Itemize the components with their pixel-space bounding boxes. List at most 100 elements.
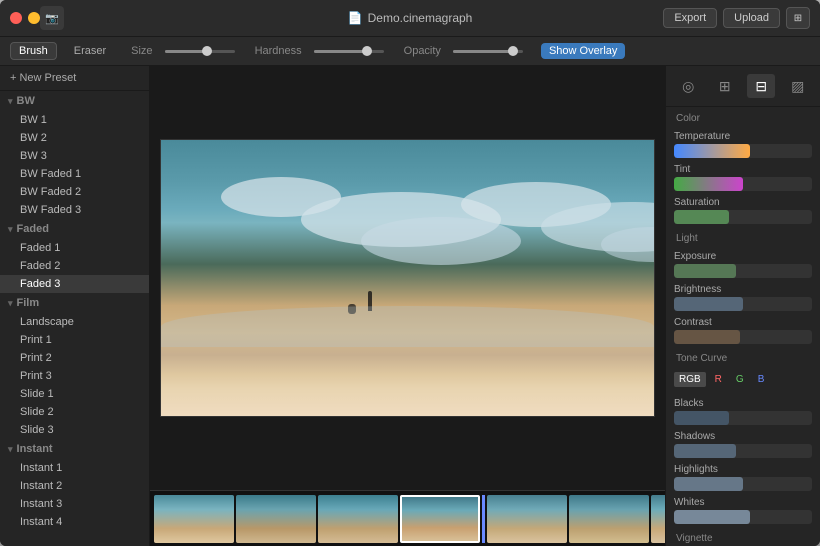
canvas-image (160, 139, 655, 417)
preset-slide3[interactable]: Slide 3 (0, 421, 149, 439)
film-thumb-1[interactable] (154, 495, 234, 543)
film-thumb-6[interactable] (569, 495, 649, 543)
film-thumb-5[interactable] (487, 495, 567, 543)
whites-label: Whites (674, 497, 812, 508)
shadows-row: Shadows (666, 428, 820, 461)
panel-icon-crop[interactable]: ▨ (784, 74, 812, 98)
contrast-label: Contrast (674, 317, 812, 328)
brightness-label: Brightness (674, 284, 812, 295)
panel-icon-adjustments[interactable]: ⊟ (747, 74, 775, 98)
preset-faded3[interactable]: Faded 3 (0, 275, 149, 293)
brush-tool-button[interactable]: Brush (10, 42, 57, 60)
canvas-viewport[interactable] (150, 66, 665, 490)
brightness-row: Brightness (666, 281, 820, 314)
titlebar: 📷 📄 Demo.cinemagraph Export Upload ⊞ (0, 0, 820, 36)
clouds-layer (161, 167, 654, 278)
preset-slide2[interactable]: Slide 2 (0, 403, 149, 421)
tc-tab-b[interactable]: B (753, 372, 770, 387)
panel-icon-curves[interactable]: ◎ (674, 74, 702, 98)
blacks-slider[interactable] (674, 411, 812, 425)
exposure-slider[interactable] (674, 264, 812, 278)
new-preset-button[interactable]: + New Preset (0, 66, 149, 91)
tc-tab-g[interactable]: G (731, 372, 749, 387)
canvas-area (150, 66, 665, 546)
blacks-row: Blacks (666, 395, 820, 428)
film-thumb-2[interactable] (236, 495, 316, 543)
saturation-slider[interactable] (674, 210, 812, 224)
saturation-label: Saturation (674, 197, 812, 208)
preset-instant2[interactable]: Instant 2 (0, 477, 149, 495)
preset-bw1[interactable]: BW 1 (0, 111, 149, 129)
highlights-row: Highlights (666, 461, 820, 494)
preset-print2[interactable]: Print 2 (0, 349, 149, 367)
export-button[interactable]: Export (663, 8, 717, 28)
grid-view-button[interactable]: ⊞ (786, 7, 810, 29)
tone-curve-tabs-row: RGB R G B (666, 368, 820, 395)
panel-icon-row: ◎ ⊞ ⊟ ▨ (666, 66, 820, 107)
filmstrip[interactable] (150, 490, 665, 546)
hardness-slider[interactable] (314, 50, 384, 53)
eraser-tool-button[interactable]: Eraser (65, 42, 115, 60)
shadows-slider[interactable] (674, 444, 812, 458)
arrow-bw: ▾ (8, 96, 13, 107)
arrow-faded: ▾ (8, 224, 13, 235)
preset-faded1[interactable]: Faded 1 (0, 239, 149, 257)
preset-print1[interactable]: Print 1 (0, 331, 149, 349)
contrast-row: Contrast (666, 314, 820, 347)
highlights-slider[interactable] (674, 477, 812, 491)
upload-button[interactable]: Upload (723, 8, 780, 28)
close-button[interactable] (10, 12, 22, 24)
presets-sidebar: + New Preset ▾ BW BW 1 BW 2 BW 3 BW Fade… (0, 66, 150, 546)
exposure-label: Exposure (674, 251, 812, 262)
panel-icon-photo[interactable]: ⊞ (711, 74, 739, 98)
titlebar-actions: Export Upload ⊞ (663, 7, 810, 29)
toolbar: Brush Eraser Size Hardness Opacity Show … (0, 36, 820, 66)
whites-slider[interactable] (674, 510, 812, 524)
film-thumb-7[interactable] (651, 495, 665, 543)
color-section-label: Color (666, 107, 820, 128)
preset-print3[interactable]: Print 3 (0, 367, 149, 385)
size-slider[interactable] (165, 50, 235, 53)
right-panel: ◎ ⊞ ⊟ ▨ Color Temperature Tint Saturat (665, 66, 820, 546)
contrast-fill (674, 330, 740, 344)
preset-faded2[interactable]: Faded 2 (0, 257, 149, 275)
preset-bw2[interactable]: BW 2 (0, 129, 149, 147)
tc-tab-r[interactable]: R (710, 372, 727, 387)
preset-instant1[interactable]: Instant 1 (0, 459, 149, 477)
contrast-slider[interactable] (674, 330, 812, 344)
section-bw[interactable]: ▾ BW (0, 91, 149, 111)
tint-label: Tint (674, 164, 812, 175)
saturation-fill (674, 210, 729, 224)
preset-instant4[interactable]: Instant 4 (0, 513, 149, 531)
light-section-label: Light (666, 227, 820, 248)
exposure-fill (674, 264, 736, 278)
temperature-fill (674, 144, 750, 158)
show-overlay-button[interactable]: Show Overlay (541, 43, 625, 59)
preset-instant3[interactable]: Instant 3 (0, 495, 149, 513)
shadows-fill (674, 444, 736, 458)
tc-tab-rgb[interactable]: RGB (674, 372, 706, 387)
tint-slider[interactable] (674, 177, 812, 191)
minimize-button[interactable] (28, 12, 40, 24)
brightness-slider[interactable] (674, 297, 812, 311)
temperature-slider[interactable] (674, 144, 812, 158)
brightness-fill (674, 297, 743, 311)
preset-bw-faded2[interactable]: BW Faded 2 (0, 183, 149, 201)
film-thumb-4[interactable] (400, 495, 480, 543)
blacks-label: Blacks (674, 398, 812, 409)
film-thumb-3[interactable] (318, 495, 398, 543)
preset-slide1[interactable]: Slide 1 (0, 385, 149, 403)
preset-bw-faded1[interactable]: BW Faded 1 (0, 165, 149, 183)
temperature-row: Temperature (666, 128, 820, 161)
section-faded[interactable]: ▾ Faded (0, 219, 149, 239)
hardness-label: Hardness (255, 45, 302, 57)
preset-bw-faded3[interactable]: BW Faded 3 (0, 201, 149, 219)
preset-bw3[interactable]: BW 3 (0, 147, 149, 165)
preset-landscape[interactable]: Landscape (0, 313, 149, 331)
arrow-film: ▾ (8, 298, 13, 309)
section-instant[interactable]: ▾ Instant (0, 439, 149, 459)
opacity-slider[interactable] (453, 50, 523, 53)
section-film[interactable]: ▾ Film (0, 293, 149, 313)
size-label: Size (131, 45, 152, 57)
ocean-shimmer (161, 306, 654, 347)
